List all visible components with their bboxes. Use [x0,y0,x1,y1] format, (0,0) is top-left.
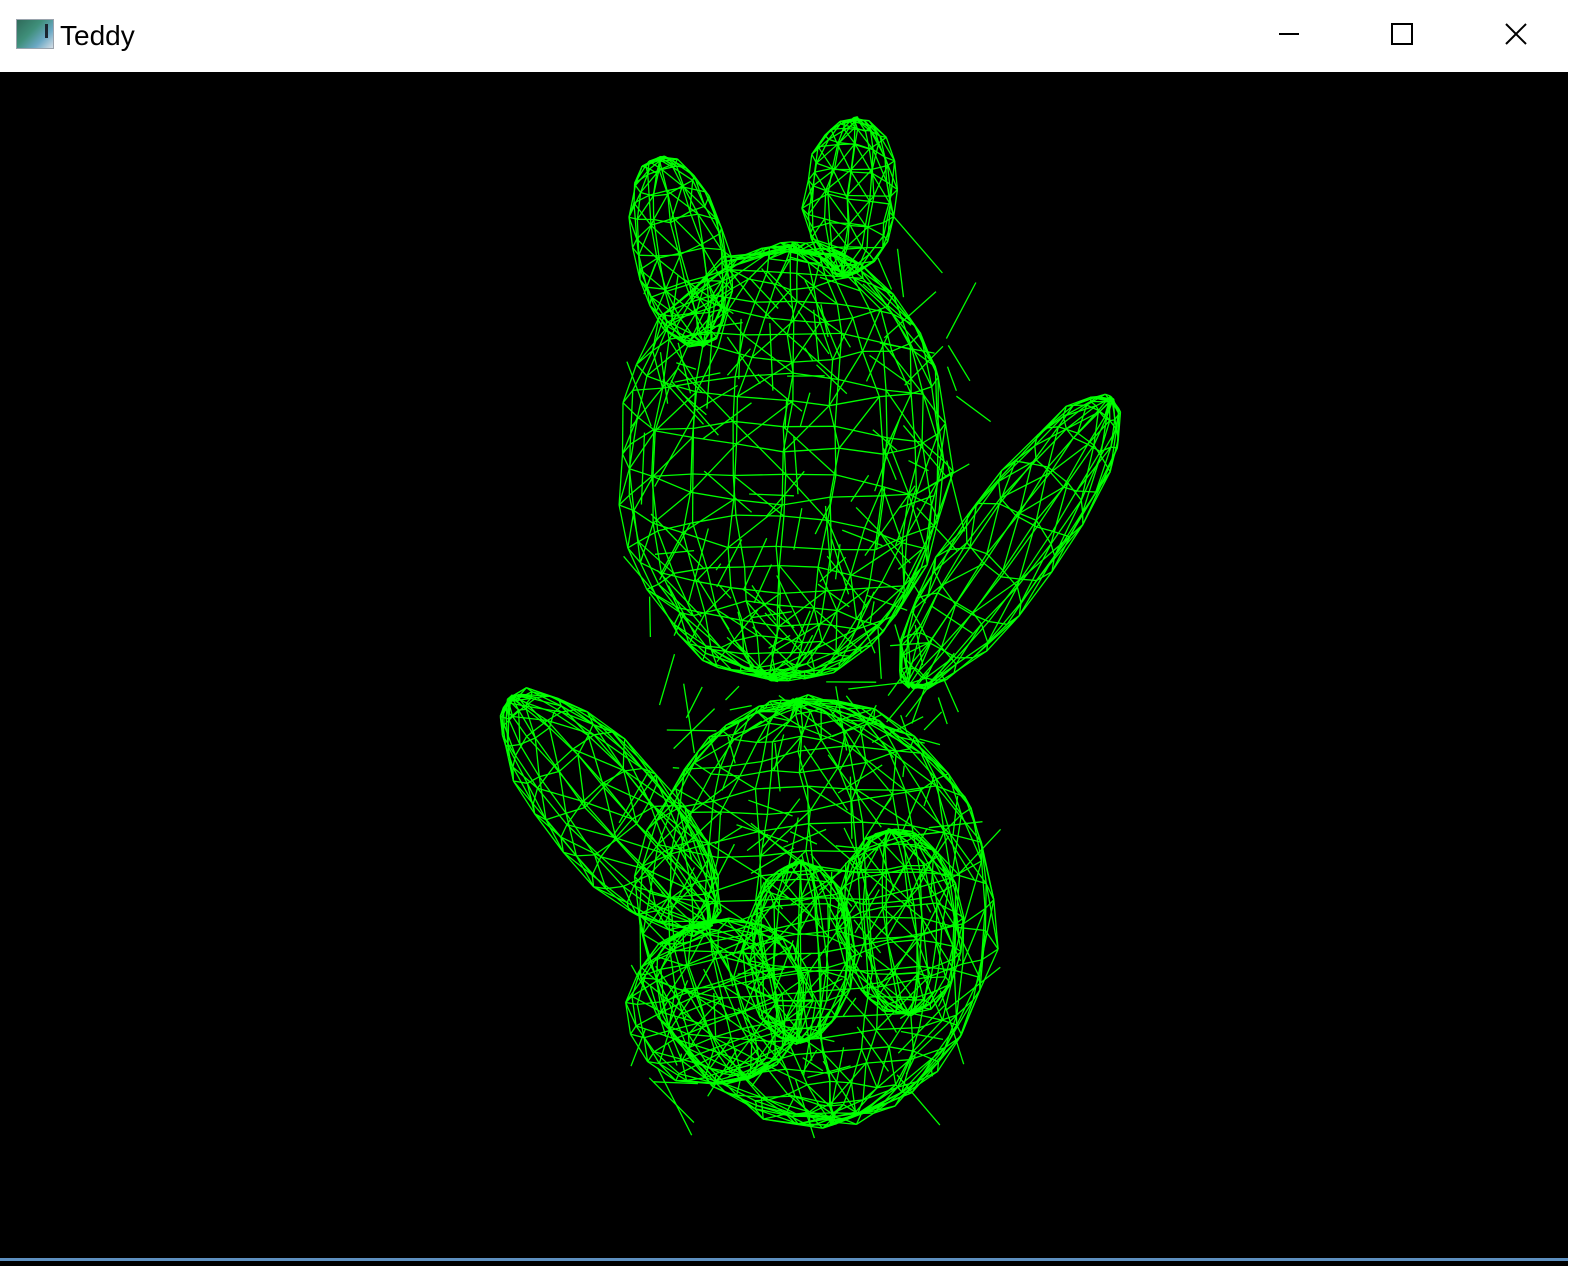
minimize-button[interactable] [1233,0,1345,68]
maximize-button[interactable] [1346,0,1458,68]
close-button[interactable] [1460,0,1568,68]
opengl-viewport[interactable] [0,72,1568,1260]
close-icon [1505,23,1527,45]
teddy-window: Teddy [0,0,1568,1266]
window-bottom-border [0,1258,1568,1261]
title-bar[interactable]: Teddy [0,0,1568,72]
wireframe-teddy-mesh [499,116,1122,1139]
maximize-icon [1391,23,1413,45]
window-title: Teddy [60,20,135,51]
app-icon[interactable] [16,19,54,49]
minimize-icon [1279,33,1299,35]
